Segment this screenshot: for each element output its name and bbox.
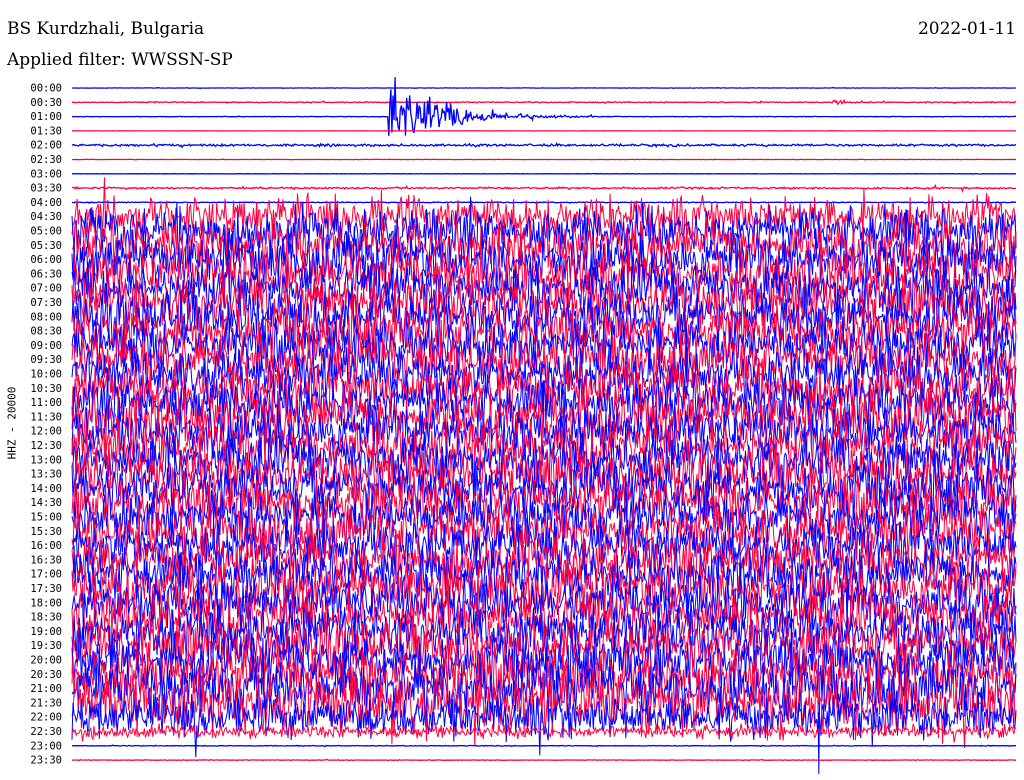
trace-row-0030: [71, 98, 1017, 106]
row-label-2330: 23:30: [30, 755, 62, 767]
trace-row-0100: [71, 77, 1017, 136]
row-label-1030: 10:30: [30, 383, 62, 395]
row-label-0930: 09:30: [30, 354, 62, 366]
trace-row-0330: [71, 183, 1016, 193]
row-label-2000: 20:00: [30, 655, 62, 667]
row-label-1530: 15:30: [30, 526, 62, 538]
row-label-0230: 02:30: [30, 154, 62, 166]
row-label-0500: 05:00: [30, 226, 62, 238]
trace-row-0000: [71, 86, 1017, 89]
row-label-1600: 16:00: [30, 540, 62, 552]
row-label-2300: 23:00: [30, 740, 62, 752]
row-label-1300: 13:00: [30, 454, 62, 466]
row-label-0530: 05:30: [30, 240, 62, 252]
row-label-0730: 07:30: [30, 297, 62, 309]
trace-row-2330: [71, 758, 1017, 762]
row-label-1100: 11:00: [30, 397, 62, 409]
trace-row-0200: [71, 142, 1017, 149]
row-label-1430: 14:30: [30, 497, 62, 509]
row-label-0430: 04:30: [30, 211, 62, 223]
row-label-2030: 20:30: [30, 669, 62, 681]
row-label-0130: 01:30: [30, 125, 62, 137]
row-label-1500: 15:00: [30, 512, 62, 524]
trace-row-0400: [71, 201, 1016, 204]
row-label-0100: 01:00: [30, 111, 62, 123]
trace-row-0230: [72, 158, 1017, 161]
row-label-0700: 07:00: [30, 283, 62, 295]
row-label-1230: 12:30: [30, 440, 62, 452]
row-label-0630: 06:30: [30, 268, 62, 280]
row-label-1400: 14:00: [30, 483, 62, 495]
row-label-0600: 06:00: [30, 254, 62, 266]
row-label-1800: 18:00: [30, 597, 62, 609]
trace-group: [71, 77, 1017, 775]
row-label-1830: 18:30: [30, 612, 62, 624]
row-label-1200: 12:00: [30, 426, 62, 438]
row-label-2100: 21:00: [30, 683, 62, 695]
row-label-0330: 03:30: [30, 183, 62, 195]
row-label-1330: 13:30: [30, 469, 62, 481]
row-label-1900: 19:00: [30, 626, 62, 638]
row-label-2200: 22:00: [30, 712, 62, 724]
row-label-1930: 19:30: [30, 640, 62, 652]
row-label-1700: 17:00: [30, 569, 62, 581]
helicorder-plot: 00:00 00:30 01:00 01:30 02:00 02:30 03:00 03:30…: [30, 77, 1017, 775]
trace-row-2300: [71, 744, 1017, 748]
row-label-0000: 00:00: [30, 83, 62, 95]
row-label-1730: 17:30: [30, 583, 62, 595]
row-label-0800: 08:00: [30, 311, 62, 323]
row-label-0200: 02:00: [30, 140, 62, 152]
row-label-0830: 08:30: [30, 326, 62, 338]
row-label-0400: 04:00: [30, 197, 62, 209]
row-label-0030: 00:30: [30, 97, 62, 109]
row-label-1130: 11:30: [30, 411, 62, 423]
row-label-2230: 22:30: [30, 726, 62, 738]
trace-row-0300: [71, 172, 1016, 175]
row-label-1630: 16:30: [30, 554, 62, 566]
row-label-0900: 09:00: [30, 340, 62, 352]
row-tick-labels: 00:00 00:30 01:00 01:30 02:00 02:30 03:00 03:30…: [30, 83, 62, 767]
row-label-0300: 03:00: [30, 168, 62, 180]
row-label-1000: 10:00: [30, 369, 62, 381]
row-label-2130: 21:30: [30, 697, 62, 709]
